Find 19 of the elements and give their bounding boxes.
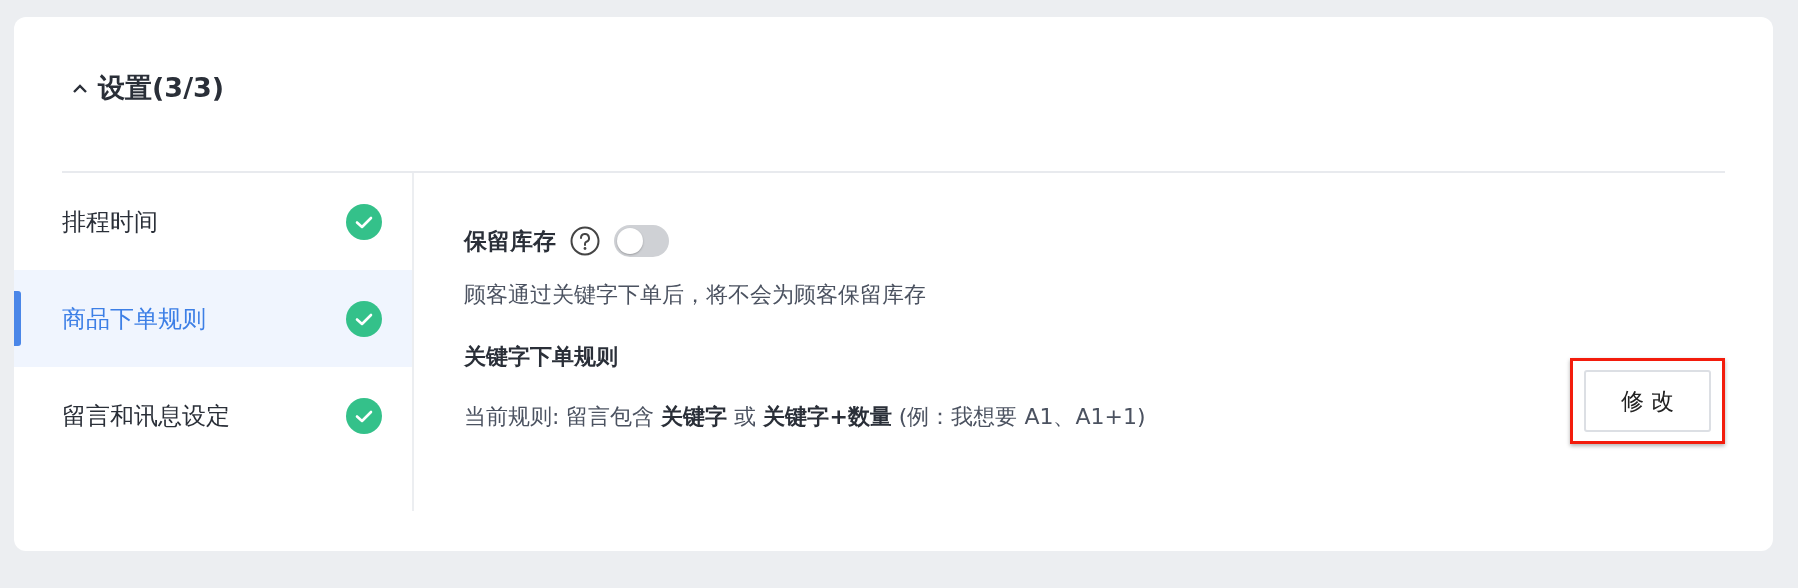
description-text: 顾客通过关键字下单后，将不会为顾客保留库存 [464,281,927,309]
sidebar-item[interactable]: 商品下单规则 [14,270,412,367]
rule-heading: 关键字下单规则 [464,343,619,371]
selection-bar [14,291,21,346]
section-title: 设置(3/3) [98,71,225,105]
sidebar-item-label: 排程时间 [62,206,158,238]
sidebar-item-label: 留言和讯息设定 [62,400,230,432]
toggle-switch[interactable] [614,225,669,257]
sidebar-item[interactable]: 留言和讯息设定 [14,367,412,464]
check-circle-icon [346,397,382,434]
reserve-stock-label: 保留库存 [464,226,556,256]
sidebar-item[interactable]: 排程时间 [14,173,412,270]
help-icon[interactable] [570,226,600,256]
check-circle-icon [346,300,382,337]
edit-button[interactable]: 修 改 [1584,370,1711,432]
collapse-caret-icon[interactable] [72,82,88,94]
check-circle-icon [346,203,382,240]
sidebar-item-label: 商品下单规则 [62,303,206,335]
current-rule-text: 当前规则: 留言包含 关键字 或 关键字+数量 (例：我想要 A1、A1+1) [464,403,1147,431]
